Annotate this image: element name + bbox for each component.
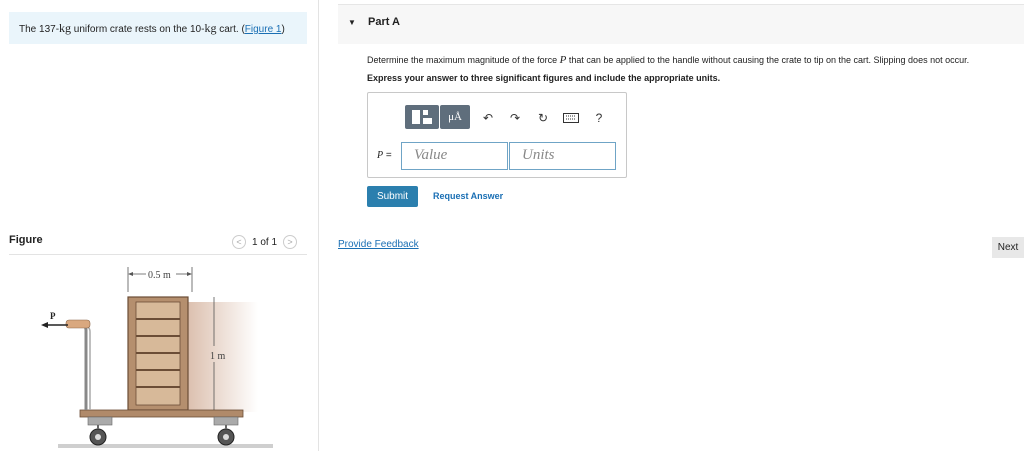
answer-var-label: P =: [377, 150, 392, 161]
help-icon[interactable]: ?: [590, 109, 608, 127]
question-text: Determine the maximum magnitude of the f…: [367, 54, 969, 66]
divider: [9, 254, 307, 255]
request-answer-link[interactable]: Request Answer: [433, 191, 503, 201]
force-label: P: [50, 311, 56, 321]
crate-cart-figure: 0.5 m 1 m P: [28, 262, 288, 456]
chevron-left-icon[interactable]: <: [232, 235, 246, 249]
unit-kg-1: kg: [59, 21, 72, 35]
cart-handle: [68, 322, 88, 410]
problem-text-1: The 137-: [19, 24, 60, 35]
problem-statement: The 137-kg uniform crate rests on the 10…: [9, 12, 307, 44]
ground: [58, 444, 273, 448]
submit-button[interactable]: Submit: [367, 186, 418, 207]
dim-width-label: 0.5 m: [148, 270, 171, 281]
collapse-triangle-icon[interactable]: ▼: [348, 18, 356, 27]
cart-platform: [79, 409, 244, 418]
chevron-right-icon[interactable]: >: [283, 235, 298, 249]
provide-feedback-link[interactable]: Provide Feedback: [338, 239, 419, 250]
part-a-header[interactable]: ▼ Part A: [338, 4, 1024, 44]
units-input[interactable]: Units: [509, 142, 616, 170]
figure-link[interactable]: Figure 1: [245, 24, 282, 35]
templates-icon[interactable]: [405, 105, 439, 129]
reset-icon[interactable]: ↻: [534, 109, 552, 127]
next-button[interactable]: Next: [992, 237, 1024, 258]
dim-height-label: 1 m: [210, 351, 226, 362]
answer-box: μÅ ↶ ↷ ↻ ? P = Value Units: [367, 92, 627, 178]
problem-text-3: cart. (: [216, 24, 245, 35]
units-mu-icon[interactable]: μÅ: [440, 105, 470, 129]
question-text-1: Determine the maximum magnitude of the f…: [367, 55, 560, 65]
figure-pager: < 1 of 1 >: [232, 235, 298, 249]
keyboard-icon[interactable]: [562, 109, 580, 127]
answer-eq: =: [383, 150, 392, 161]
part-title: Part A: [368, 16, 400, 28]
question-text-2: that can be applied to the handle withou…: [566, 55, 970, 65]
undo-icon[interactable]: ↶: [479, 109, 497, 127]
unit-kg-2: kg: [204, 21, 217, 35]
pager-count: 1 of 1: [252, 236, 278, 248]
answer-instruction: Express your answer to three significant…: [367, 73, 721, 83]
value-input[interactable]: Value: [401, 142, 508, 170]
redo-icon[interactable]: ↷: [506, 109, 524, 127]
problem-text-2: uniform crate rests on the 10-: [71, 24, 205, 35]
problem-panel: The 137-kg uniform crate rests on the 10…: [0, 0, 319, 451]
problem-text-4: ): [281, 24, 285, 35]
figure-heading: Figure: [9, 234, 43, 246]
hand: [65, 319, 91, 329]
